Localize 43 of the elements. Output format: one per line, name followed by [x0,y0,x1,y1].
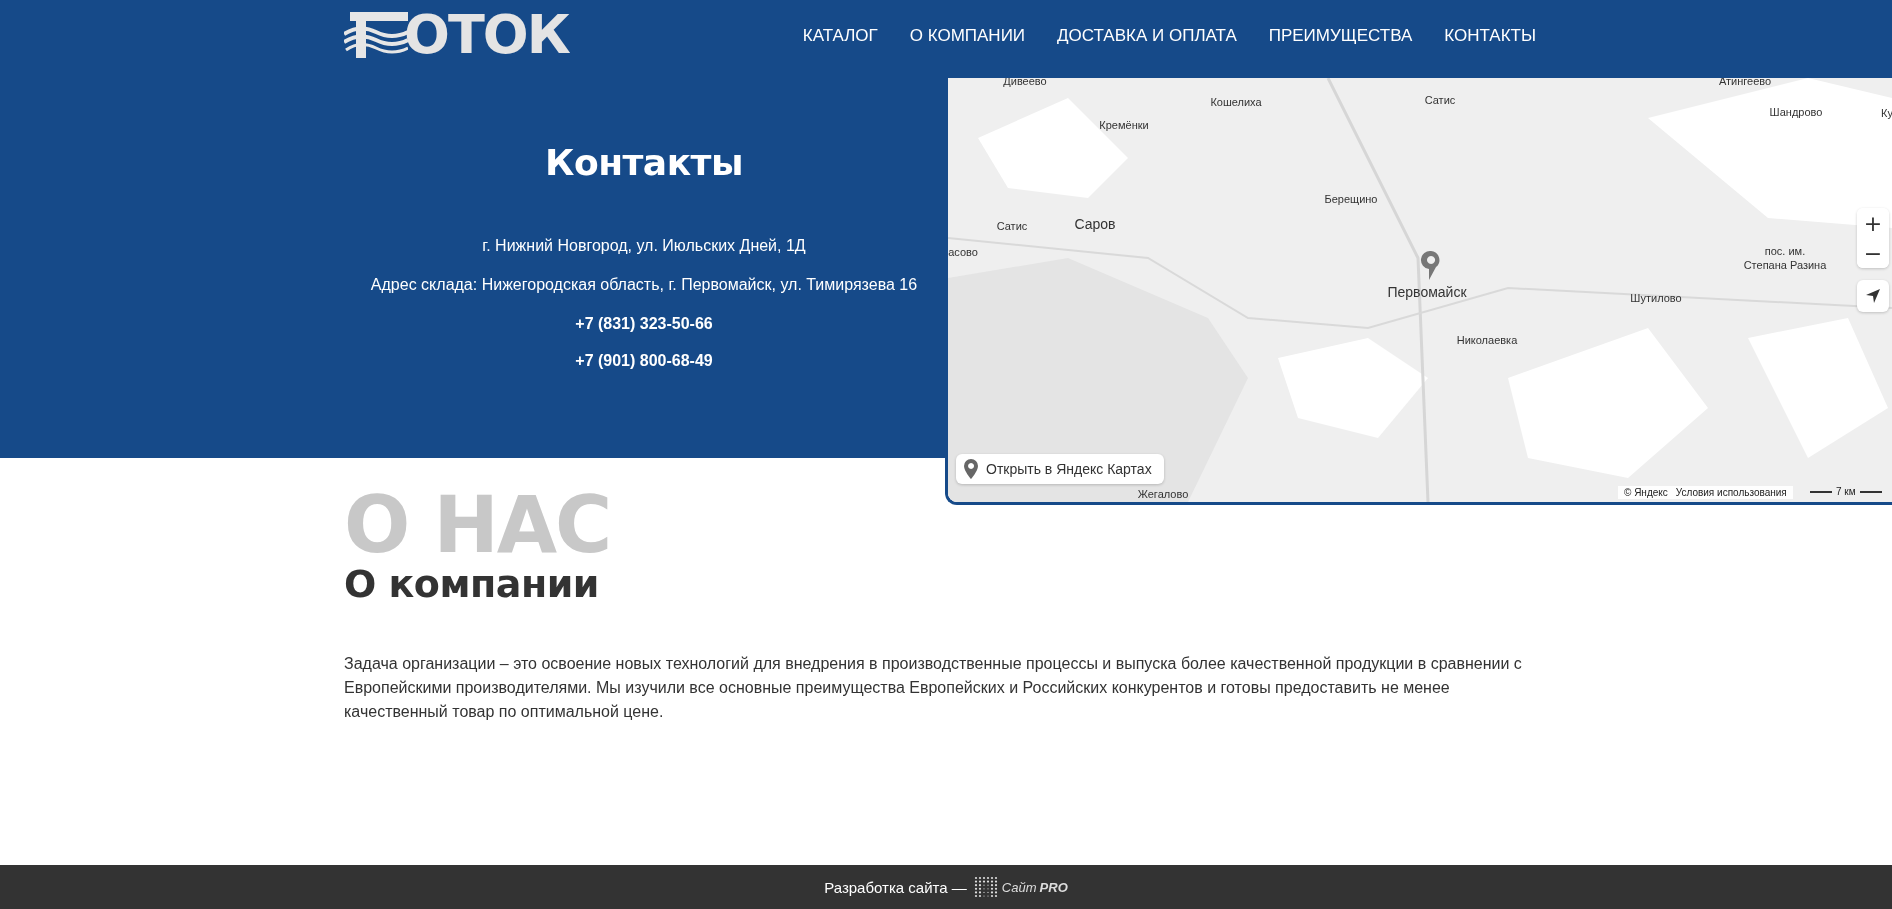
map-place-label: Сатис [996,220,1028,232]
phone-number[interactable]: +7 (901) 800-68-49 [575,352,713,370]
zoom-out-button[interactable]: − [1857,238,1889,268]
map-place-label: асово [948,246,978,258]
nav-link[interactable]: КОНТАКТЫ [1444,26,1536,46]
nav-link[interactable]: ПРЕИМУЩЕСТВА [1268,26,1413,46]
scale-text: 7 км [1836,486,1856,497]
map-place-label: Ку [1881,107,1892,119]
nav-link[interactable]: КАТАЛОГ [802,26,878,46]
map-pin-icon [1420,249,1442,281]
about-title: О компании [344,564,599,606]
location-pin-icon [964,459,978,479]
navigation-arrow-icon [1865,288,1881,304]
map-place-label: Сатис [1424,94,1456,106]
map-place-label: Первомайск [1387,284,1467,300]
zoom-in-button[interactable]: + [1857,208,1889,238]
map-place-label: Шутилово [1630,292,1682,304]
nav-link[interactable]: ДОСТАВКА И ОПЛАТА [1057,26,1237,46]
nav-link[interactable]: О КОМПАНИИ [909,26,1026,46]
developer-logo[interactable]: Сайт PRO [972,875,1068,899]
map-place-label: Шандрово [1769,106,1823,118]
about-paragraph: Задача организации – это освоение новых технологий для внедрения в производственные процессы и выпуска более качественной продукции в сравнении с Европейскими производителями. Мы изучили все основные преимущества Европейских и Российских конкурентов и готовы предоставить не менее качественный товар по оптимальной цене. [344,654,1523,722]
map-place-label: Николаевка [1456,334,1518,346]
map-place-label: Дивеево [1003,78,1047,87]
map-place-label: Берещино [1324,193,1378,205]
wave-logo-icon [344,10,408,60]
logo-text[interactable]: ОТОК [404,8,569,62]
map-place-label: Степана Разина [1743,259,1827,271]
footer-text: Разработка сайта — [824,878,967,896]
map-place-label: пос. им. [1764,245,1806,257]
copyright-text: © Яндекс [1624,487,1668,498]
map-place-label: Саров [1074,216,1116,232]
address-text: Адрес склада: Нижегородская область, г. Первомайск, ул. Тимирязева 16 [370,276,918,294]
contacts-title: Контакты [544,142,743,183]
geolocation-button[interactable] [1857,280,1889,312]
map-place-label: Жегалово [1137,488,1189,500]
map-place-label: Атингеево [1718,78,1772,87]
map-place-label: Кремёнки [1099,119,1149,131]
map-place-label: Кошелиха [1210,96,1262,108]
open-in-maps-button[interactable]: Открыть в Яндекс Картах [956,454,1164,484]
terms-link[interactable]: Условия использования [1675,487,1787,498]
address-text: г. Нижний Новгород, ул. Июльских Дней, 1Д [482,237,806,255]
phone-number[interactable]: +7 (831) 323-50-66 [575,315,713,333]
